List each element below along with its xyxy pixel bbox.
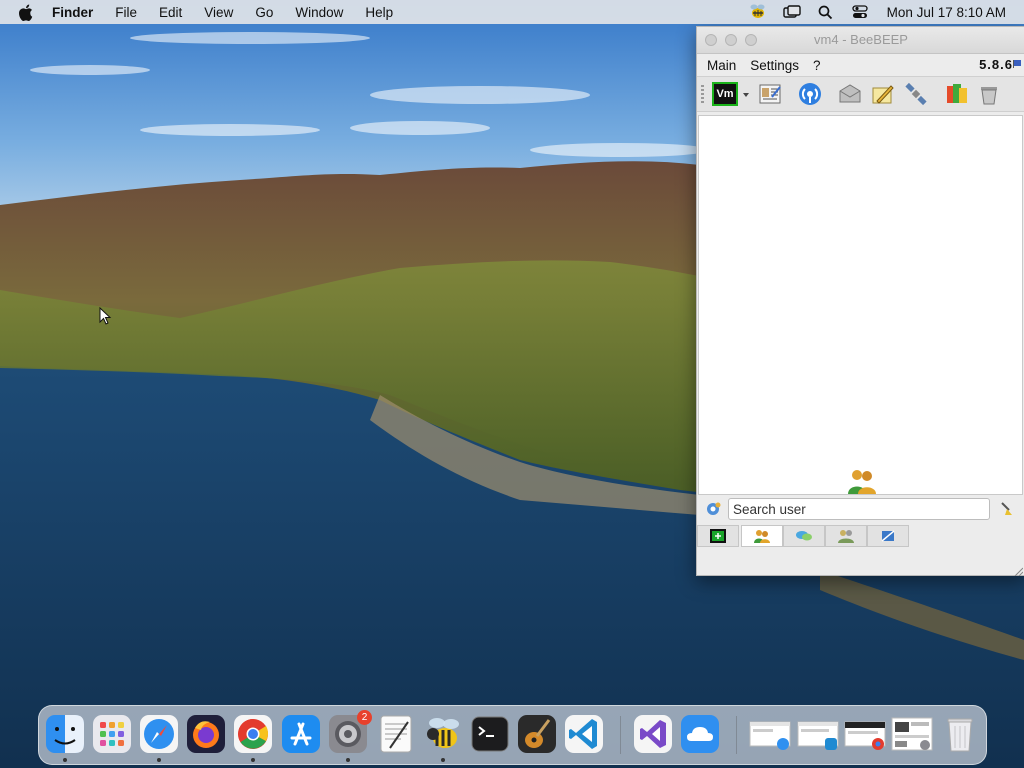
new-chat-tab[interactable] xyxy=(697,525,739,547)
satellite-icon[interactable] xyxy=(904,82,928,106)
dock-beebeep-icon[interactable] xyxy=(423,714,463,754)
window-title: vm4 - BeeBEEP xyxy=(814,32,908,47)
menu-window[interactable]: Window xyxy=(295,5,343,20)
groups-tab[interactable] xyxy=(825,525,867,547)
dock-garageband-icon[interactable] xyxy=(517,714,557,754)
version-label: 5.8.6 xyxy=(979,57,1013,72)
dock-visual-studio-icon[interactable] xyxy=(633,714,673,754)
dock-terminal-icon[interactable] xyxy=(470,714,510,754)
menu-help[interactable]: Help xyxy=(365,5,393,20)
search-user-input[interactable] xyxy=(728,498,990,520)
mouse-cursor-icon xyxy=(99,306,113,332)
status-dropdown-icon[interactable] xyxy=(743,93,749,97)
system-preferences-badge: 2 xyxy=(357,710,372,725)
dock-separator xyxy=(736,716,737,754)
clear-icon[interactable] xyxy=(977,82,1001,106)
dock-cloud-icon[interactable] xyxy=(680,714,720,754)
toolbar-grip-icon xyxy=(701,85,704,103)
dock-launchpad-icon[interactable] xyxy=(92,714,132,754)
menu-settings[interactable]: Settings xyxy=(750,58,799,73)
dock-minimized-window-4[interactable] xyxy=(891,714,933,754)
update-flag-icon[interactable] xyxy=(1013,56,1022,68)
dock-minimized-window-3[interactable] xyxy=(844,714,886,754)
message-icon[interactable] xyxy=(838,82,862,106)
menubar-clock[interactable]: Mon Jul 17 8:10 AM xyxy=(887,5,1006,20)
dock-separator xyxy=(620,716,621,754)
clear-search-icon[interactable] xyxy=(999,501,1015,517)
dock-chrome-icon[interactable] xyxy=(233,714,273,754)
dock-running-indicator xyxy=(346,758,350,762)
users-group-icon xyxy=(846,468,878,494)
search-icon[interactable] xyxy=(815,3,837,21)
window-titlebar[interactable]: vm4 - BeeBEEP xyxy=(697,27,1024,54)
dock-safari-icon[interactable] xyxy=(139,714,179,754)
menu-go[interactable]: Go xyxy=(255,5,273,20)
menu-file[interactable]: File xyxy=(115,5,137,20)
menu-edit[interactable]: Edit xyxy=(159,5,182,20)
dock-running-indicator xyxy=(441,758,445,762)
search-options-icon[interactable] xyxy=(705,501,721,517)
dock-running-indicator xyxy=(251,758,255,762)
files-icon[interactable] xyxy=(945,82,969,106)
users-tab[interactable] xyxy=(741,525,783,547)
dock-vscode-icon[interactable] xyxy=(564,714,604,754)
apple-menu-icon[interactable] xyxy=(18,4,38,21)
chats-tab[interactable] xyxy=(783,525,825,547)
menu-bar: Finder File Edit View Go Window Help Mon… xyxy=(0,0,1024,24)
vm-status-button[interactable]: Vm xyxy=(712,82,738,106)
beebeep-window: vm4 - BeeBEEP Main Settings ? 5.8.6 Vm xyxy=(696,26,1024,577)
main-toolbar: Vm xyxy=(697,76,1024,112)
dock-running-indicator xyxy=(63,758,67,762)
dock-textedit-icon[interactable] xyxy=(376,714,416,754)
profile-icon[interactable] xyxy=(758,82,782,106)
menu-main[interactable]: Main xyxy=(707,58,736,73)
panel-tab-bar xyxy=(697,525,1023,549)
menu-help-question[interactable]: ? xyxy=(813,58,821,73)
menu-view[interactable]: View xyxy=(204,5,233,20)
resize-grip-icon[interactable] xyxy=(1013,563,1024,577)
vm-label: Vm xyxy=(716,88,734,100)
dock-running-indicator xyxy=(157,758,161,762)
dock-firefox-icon[interactable] xyxy=(186,714,226,754)
dock-trash-icon[interactable] xyxy=(940,714,980,754)
network-icon[interactable] xyxy=(798,82,822,106)
log-tab[interactable] xyxy=(867,525,909,547)
dock-minimized-window-1[interactable] xyxy=(749,714,791,754)
app-name-menu[interactable]: Finder xyxy=(52,5,93,20)
search-row xyxy=(697,497,1023,523)
note-icon[interactable] xyxy=(871,82,895,106)
screen-mirroring-icon[interactable] xyxy=(781,3,803,21)
dock: 2 xyxy=(38,705,987,765)
dock-app-store-icon[interactable] xyxy=(281,714,321,754)
dock-minimized-window-2[interactable] xyxy=(797,714,839,754)
beebeep-status-icon[interactable] xyxy=(747,3,769,21)
control-center-icon[interactable] xyxy=(849,3,871,21)
app-menu-bar: Main Settings ? 5.8.6 xyxy=(697,54,1024,76)
dock-finder-icon[interactable] xyxy=(45,714,85,754)
user-list-panel[interactable] xyxy=(698,115,1023,495)
